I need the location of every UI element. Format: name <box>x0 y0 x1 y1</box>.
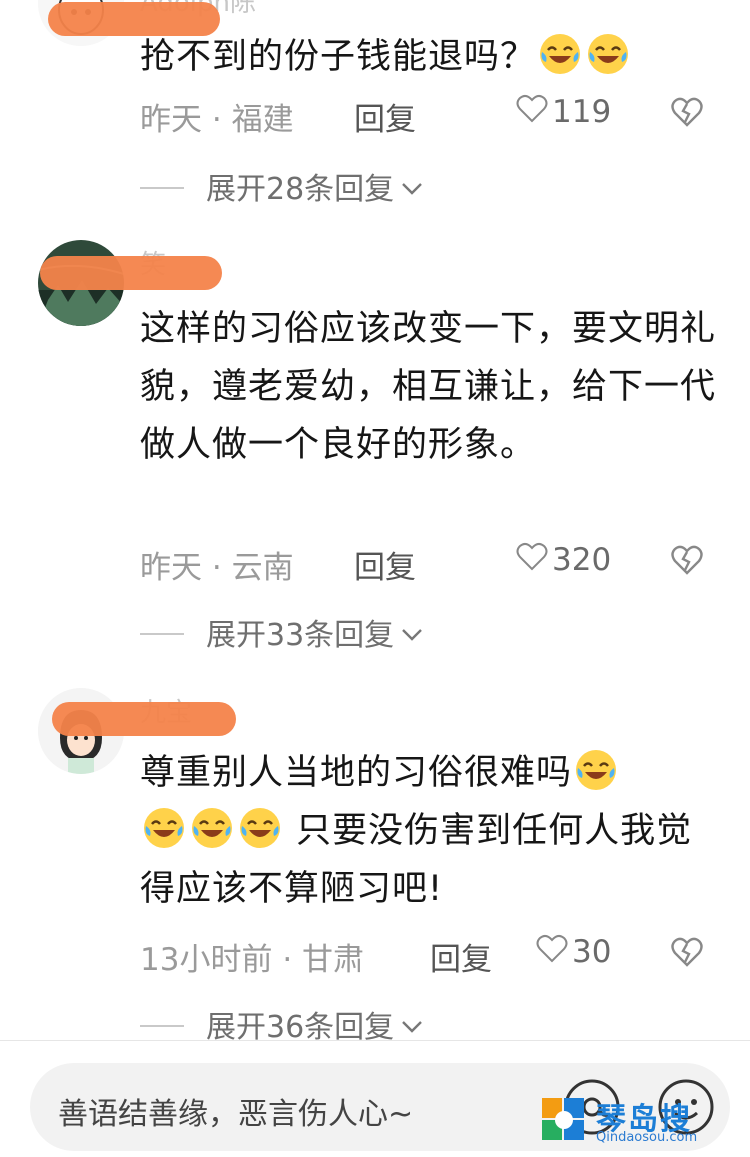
watermark-subtext: Qindaosou.com <box>596 1130 698 1145</box>
comment-input-placeholder: 善语结善缘，恶言伤人心~ <box>58 1097 414 1132</box>
chevron-down-icon <box>402 1021 423 1033</box>
site-watermark: 琴岛搜 Qindaosou.com <box>540 1092 720 1152</box>
reply-button[interactable]: 回复 <box>354 542 416 587</box>
separator: · <box>282 942 293 978</box>
comment-text-body: 抢不到的份子钱能退吗？ <box>140 37 537 77</box>
like-button[interactable]: 119 <box>516 94 611 130</box>
reply-button[interactable]: 回复 <box>354 94 416 139</box>
timestamp: 昨天 <box>140 102 202 138</box>
like-count: 30 <box>572 934 612 970</box>
location: 云南 <box>231 550 294 586</box>
heart-icon <box>536 934 568 963</box>
separator: · <box>211 102 222 138</box>
laugh-cry-emoji-icon <box>574 748 618 792</box>
timestamp: 13小时前 <box>140 942 273 978</box>
comment-text: 尊重别人当地的习俗很难吗 只要没伤害到任何人我觉得应该不算陋习吧! <box>140 744 720 918</box>
heart-icon <box>516 542 548 571</box>
comment-text: 抢不到的份子钱能退吗？ <box>140 28 720 86</box>
timestamp: 昨天 <box>140 550 202 586</box>
watermark-logo-icon <box>542 1098 584 1140</box>
dislike-broken-heart-icon[interactable] <box>670 96 704 128</box>
divider <box>140 187 184 189</box>
dislike-broken-heart-icon[interactable] <box>670 936 704 968</box>
laugh-cry-emoji-icon <box>142 806 186 850</box>
chevron-down-icon <box>402 183 423 195</box>
expand-replies-label: 展开28条回复 <box>206 172 395 207</box>
laugh-cry-emoji-icon <box>586 32 630 76</box>
timestamp-location: 昨天 · 云南 <box>140 542 294 587</box>
divider <box>140 633 184 635</box>
comment-meta: 昨天 · 福建 回复 119 <box>140 94 720 138</box>
divider <box>140 1025 184 1027</box>
expand-replies-button[interactable]: 展开28条回复 <box>140 164 424 208</box>
laugh-cry-emoji-icon <box>238 806 282 850</box>
like-count: 119 <box>552 94 612 130</box>
like-button[interactable]: 320 <box>516 542 611 578</box>
username-redaction <box>40 256 222 290</box>
location: 甘肃 <box>302 942 365 978</box>
laugh-cry-emoji-icon <box>538 32 582 76</box>
comment-meta: 13小时前 · 甘肃 回复 30 <box>140 934 720 978</box>
username-redaction <box>52 702 236 736</box>
comment-text: 这样的习俗应该改变一下，要文明礼貌，遵老爱幼，相互谦让，给下一代做人做一个良好的… <box>140 309 717 465</box>
reply-button[interactable]: 回复 <box>430 934 492 979</box>
expand-replies-button[interactable]: 展开33条回复 <box>140 610 424 654</box>
chevron-down-icon <box>402 629 423 641</box>
separator: · <box>211 550 222 586</box>
comment-text-body: 尊重别人当地的习俗很难吗 <box>140 753 573 793</box>
timestamp-location: 13小时前 · 甘肃 <box>140 934 364 979</box>
dislike-broken-heart-icon[interactable] <box>670 544 704 576</box>
footer-divider <box>0 1040 750 1041</box>
comment-meta: 昨天 · 云南 回复 320 <box>140 542 720 586</box>
like-button[interactable]: 30 <box>536 934 611 970</box>
location: 福建 <box>231 102 294 138</box>
timestamp-location: 昨天 · 福建 <box>140 94 294 139</box>
laugh-cry-emoji-icon <box>190 806 234 850</box>
like-count: 320 <box>552 542 612 578</box>
expand-replies-label: 展开33条回复 <box>206 618 395 653</box>
heart-icon <box>516 94 548 123</box>
